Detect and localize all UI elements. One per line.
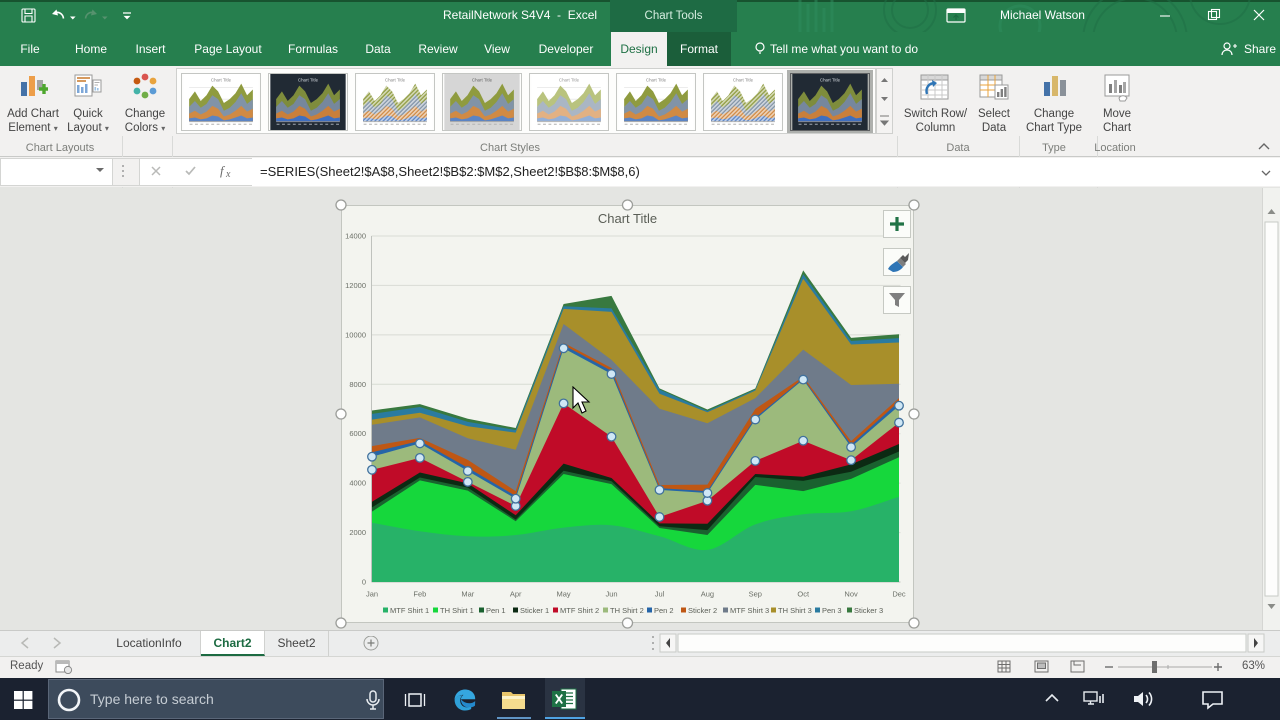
svg-text:Sep: Sep — [749, 590, 762, 599]
svg-text:Oct: Oct — [797, 590, 810, 599]
svg-text:Pen 2: Pen 2 — [654, 606, 674, 615]
svg-text:10000: 10000 — [345, 330, 366, 339]
svg-text:Pen 3: Pen 3 — [822, 606, 842, 615]
svg-text:Sticker 1: Sticker 1 — [520, 606, 549, 615]
svg-text:Sticker 3: Sticker 3 — [854, 606, 883, 615]
svg-text:Jul: Jul — [655, 590, 665, 599]
svg-text:May: May — [557, 590, 571, 599]
svg-text:Jun: Jun — [605, 590, 617, 599]
svg-text:Apr: Apr — [510, 590, 522, 599]
svg-text:TH Shirt 3: TH Shirt 3 — [778, 606, 812, 615]
svg-text:TH Shirt 1: TH Shirt 1 — [440, 606, 474, 615]
svg-text:12000: 12000 — [345, 281, 366, 290]
svg-text:TH Shirt 2: TH Shirt 2 — [610, 606, 644, 615]
svg-text:Dec: Dec — [892, 590, 906, 599]
svg-text:Mar: Mar — [461, 590, 474, 599]
svg-text:0: 0 — [362, 578, 366, 587]
svg-text:MTF Shirt 1: MTF Shirt 1 — [390, 606, 429, 615]
svg-text:Nov: Nov — [844, 590, 858, 599]
svg-text:14000: 14000 — [345, 232, 366, 241]
svg-text:Pen 1: Pen 1 — [486, 606, 506, 615]
svg-text:Feb: Feb — [413, 590, 426, 599]
svg-text:2000: 2000 — [349, 528, 366, 537]
svg-text:8000: 8000 — [349, 380, 366, 389]
svg-text:MTF Shirt 2: MTF Shirt 2 — [560, 606, 599, 615]
svg-text:4000: 4000 — [349, 479, 366, 488]
svg-text:6000: 6000 — [349, 429, 366, 438]
svg-text:MTF Shirt 3: MTF Shirt 3 — [730, 606, 769, 615]
svg-text:Sticker 2: Sticker 2 — [688, 606, 717, 615]
svg-text:Jan: Jan — [366, 590, 378, 599]
svg-text:Aug: Aug — [701, 590, 714, 599]
